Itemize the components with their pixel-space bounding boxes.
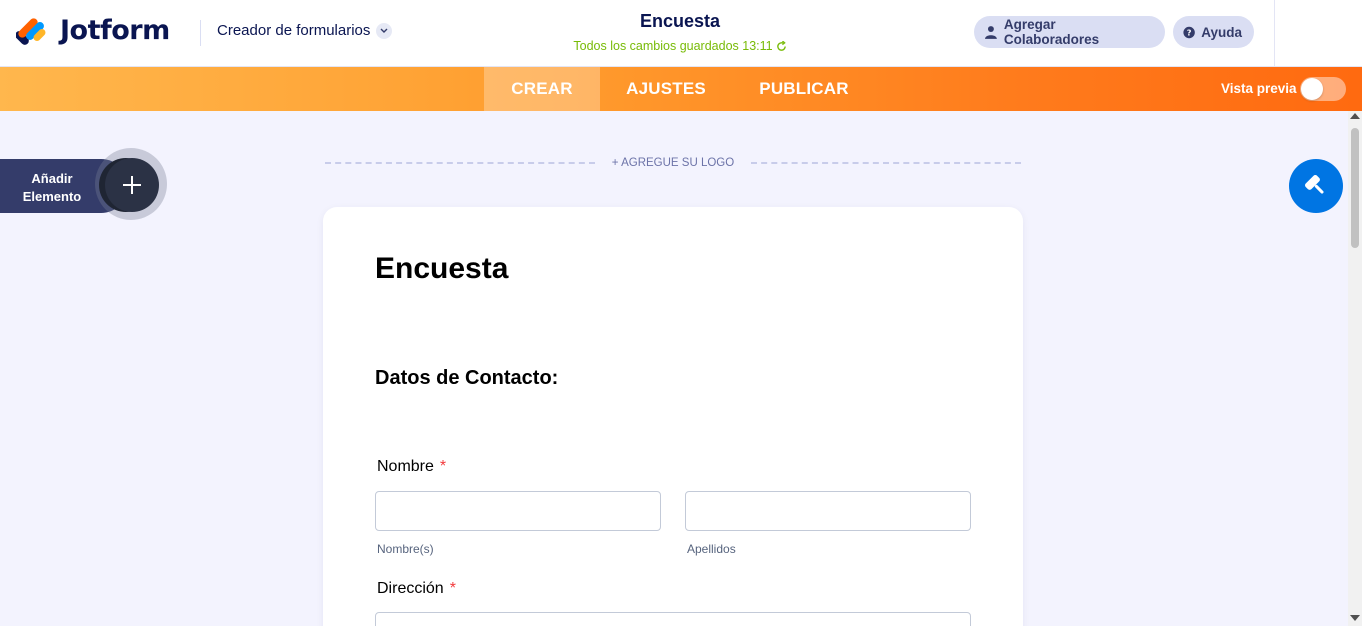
first-name-input[interactable] [375,491,661,531]
help-label: Ayuda [1201,24,1242,40]
preview-label: Vista previa [1221,81,1297,96]
header-divider [200,20,201,46]
add-element-label: Añadir Elemento [22,171,82,204]
field-label-text: Dirección [377,580,444,597]
builder-menu-dropdown[interactable]: Creador de formularios [217,22,393,39]
refresh-icon [776,40,786,51]
chevron-down-icon [376,22,393,39]
logo-dashed-line-right [751,162,1021,164]
scrollbar-thumb[interactable] [1351,128,1359,248]
required-asterisk: * [439,458,447,475]
logo-text: Jotform [60,14,170,46]
paint-roller-icon [1305,175,1324,194]
scroll-up-arrow-icon[interactable] [1350,113,1360,119]
form-title[interactable]: Encuesta [540,11,820,32]
scroll-down-arrow-icon[interactable] [1350,615,1360,621]
last-name-sublabel: Apellidos [687,542,736,556]
svg-text:?: ? [1187,27,1192,37]
tab-publicar[interactable]: PUBLICAR [746,67,862,111]
toggle-knob [1301,78,1323,100]
user-icon [984,26,997,39]
header-right-divider [1274,0,1275,67]
plus-icon [123,176,141,194]
preview-toggle[interactable] [1300,77,1346,101]
form-designer-button[interactable] [1289,159,1343,213]
help-button[interactable]: ? Ayuda [1173,16,1254,48]
address-input[interactable] [375,612,971,626]
logo-dashed-line-left [325,162,595,164]
save-status: Todos los cambios guardados 13:11 [540,39,820,53]
builder-menu-label: Creador de formularios [217,22,371,39]
first-name-sublabel: Nombre(s) [377,542,434,556]
tab-crear[interactable]: CREAR [484,67,600,111]
add-collaborators-label: Agregar Colaboradores [1003,17,1100,47]
builder-navbar: CREAR AJUSTES PUBLICAR Vista previa [0,67,1362,111]
required-asterisk: * [449,580,456,597]
top-header: Jotform Creador de formularios Encuesta … [0,0,1362,67]
save-status-text: Todos los cambios guardados 13:11 [573,39,773,53]
tab-ajustes[interactable]: AJUSTES [612,67,720,111]
form-heading[interactable]: Encuesta [375,252,508,286]
field-label-direccion[interactable]: Dirección * [377,580,456,598]
jotform-logo[interactable]: Jotform [15,14,170,46]
jotform-logo-icon [15,14,46,46]
last-name-input[interactable] [685,491,971,531]
add-collaborators-button[interactable]: Agregar Colaboradores [974,16,1165,48]
add-logo-button[interactable]: + AGREGUE SU LOGO [600,157,746,169]
field-label-text: Nombre [377,458,434,475]
help-icon: ? [1183,26,1195,38]
field-label-nombre[interactable]: Nombre * [377,458,446,476]
section-heading[interactable]: Datos de Contacto: [375,367,558,390]
add-element-button[interactable] [105,158,159,212]
